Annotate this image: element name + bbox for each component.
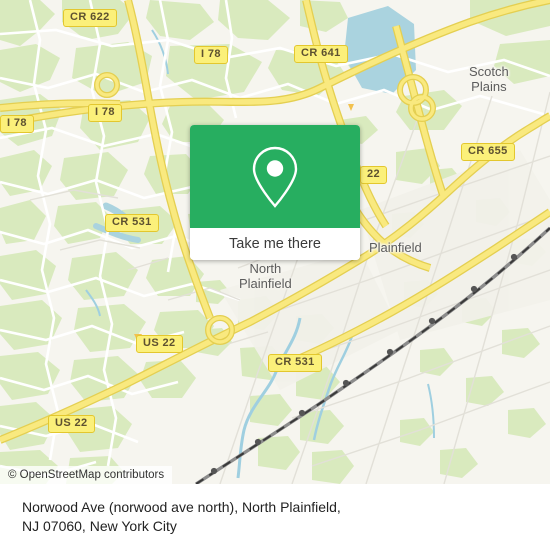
road-shield: CR 622 — [63, 9, 117, 27]
address-text: Norwood Ave (norwood ave north), North P… — [22, 498, 402, 536]
road-shield: US 22 — [48, 415, 95, 433]
location-pin-icon — [252, 146, 298, 208]
road-shield: 22 — [360, 166, 388, 184]
road-shield: CR 655 — [461, 143, 515, 161]
map-canvas[interactable]: CR 622 I 78 CR 641 I 78 I 78 CR 655 22 CR 531 US… — [0, 0, 550, 484]
osm-attribution: © OpenStreetMap contributors — [0, 466, 173, 484]
take-me-there-label: Take me there — [229, 236, 321, 252]
road-shield: CR 531 — [105, 214, 159, 232]
footer-bar: Norwood Ave (norwood ave north), North P… — [0, 484, 550, 550]
take-me-there-button[interactable]: Take me there — [190, 228, 360, 260]
place-label: North Plainfield — [239, 261, 292, 291]
address-line-1: Norwood Ave (norwood ave north), North P… — [22, 499, 341, 515]
osm-attribution-text: © OpenStreetMap contributors — [8, 469, 165, 481]
road-shield: US 22 — [136, 335, 183, 353]
place-label: Plainfield — [369, 240, 422, 255]
location-popup-card[interactable]: Take me there — [190, 125, 360, 260]
road-shield: I 78 — [194, 46, 228, 64]
road-shield: I 78 — [0, 115, 34, 133]
road-shield: CR 531 — [268, 354, 322, 372]
place-label: Scotch Plains — [469, 64, 509, 94]
road-shield: CR 641 — [294, 45, 348, 63]
map-screenshot: CR 622 I 78 CR 641 I 78 I 78 CR 655 22 CR 531 US… — [0, 0, 550, 550]
popup-icon-area — [190, 125, 360, 228]
address-line-2: NJ 07060, New York City — [22, 518, 177, 534]
road-shield: I 78 — [88, 104, 122, 122]
